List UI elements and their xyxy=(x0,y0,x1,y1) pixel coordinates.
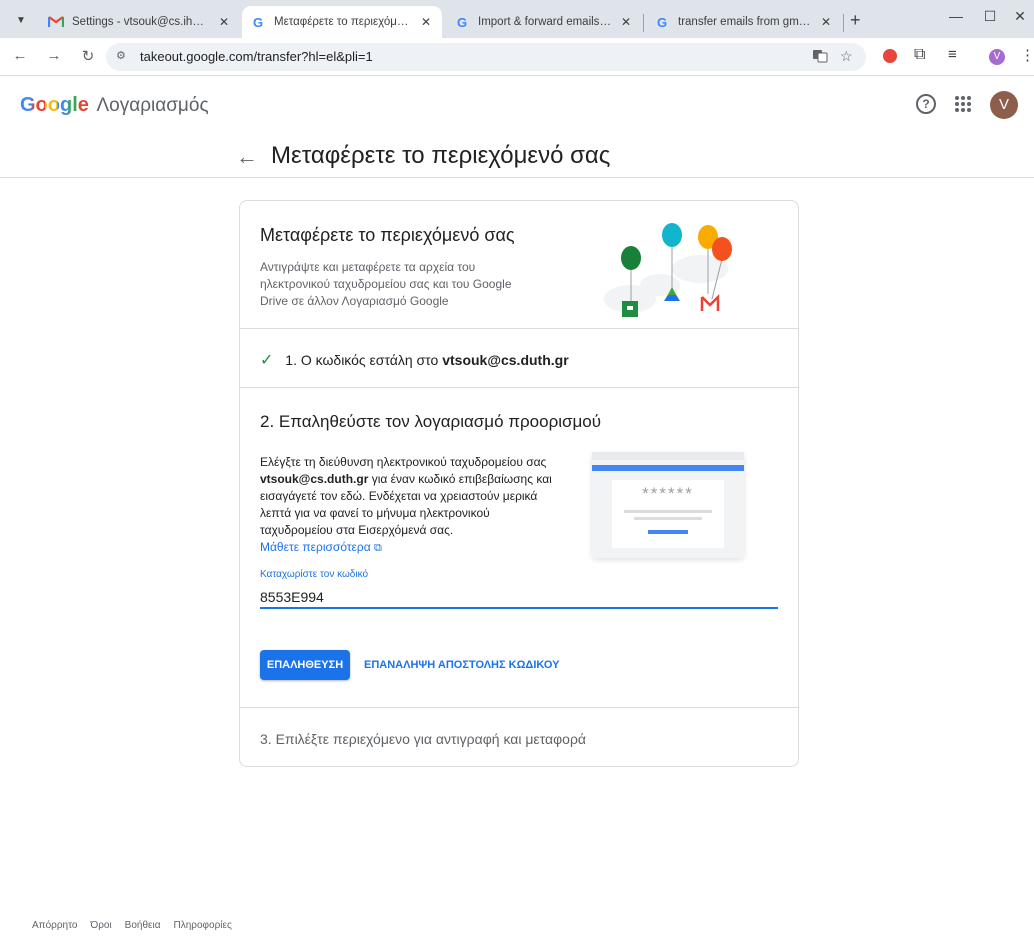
code-field-label: Καταχωρίστε τον κωδικό xyxy=(260,569,369,580)
site-settings-icon[interactable]: ⚙ xyxy=(116,49,126,62)
google-account-logo[interactable]: Google Λογαριασμός xyxy=(20,94,209,117)
intro-section: Μεταφέρετε το περιεχόμενό σας Αντιγράψτε… xyxy=(240,201,798,329)
tab-title: Import & forward emails - Gma xyxy=(478,16,612,28)
account-avatar[interactable]: V xyxy=(990,91,1018,119)
url-text: takeout.google.com/transfer?hl=el&pli=1 xyxy=(140,49,373,64)
footer-link-help[interactable]: Βοήθεια xyxy=(125,920,161,931)
masked-code-text: ****** xyxy=(642,484,694,503)
footer-link-terms[interactable]: Όροι xyxy=(90,920,111,931)
open-in-new-icon: ⧉ xyxy=(374,542,382,554)
step1-email: vtsouk@cs.duth.gr xyxy=(442,352,569,368)
minimize-icon[interactable]: — xyxy=(946,8,966,24)
browser-tab-bar: ▼ Settings - vtsouk@cs.ihu.gr - D ✕ G Με… xyxy=(0,0,1034,38)
reload-icon[interactable]: ↻ xyxy=(78,47,98,65)
account-header: Google Λογαριασμός ? V xyxy=(0,76,1034,134)
intro-description: Αντιγράψτε και μεταφέρετε τα αρχεία του … xyxy=(260,260,512,308)
step2-title: 2. Επαληθεύστε τον λογαριασμό προορισμού xyxy=(260,412,602,431)
bookmark-star-icon[interactable]: ☆ xyxy=(840,48,853,65)
step2-desc-prefix: Ελέγξτε τη διεύθυνση ηλεκτρονικού ταχυδρ… xyxy=(260,455,547,469)
google-icon: G xyxy=(252,14,264,30)
close-icon[interactable]: ✕ xyxy=(216,15,232,29)
tab-import-forward[interactable]: G Import & forward emails - Gma ✕ xyxy=(446,6,642,38)
tab-title: transfer emails from gmail to a xyxy=(678,16,812,28)
profile-avatar[interactable]: V xyxy=(989,49,1005,65)
step1-section: ✓ 1. Ο κωδικός εστάλη στο vtsouk@cs.duth… xyxy=(240,329,798,388)
forward-arrow-icon[interactable]: → xyxy=(44,47,64,64)
tab-separator xyxy=(643,14,644,32)
tab-title: Settings - vtsouk@cs.ihu.gr - D xyxy=(72,16,210,28)
maximize-icon[interactable]: ☐ xyxy=(980,8,1000,25)
translate-icon[interactable] xyxy=(812,48,828,67)
browser-toolbar: ← → ↻ ⚙ takeout.google.com/transfer?hl=e… xyxy=(0,38,1034,76)
verification-code-input[interactable] xyxy=(260,587,778,609)
step1-text: 1. Ο κωδικός εστάλη στο xyxy=(285,352,439,368)
resend-code-button[interactable]: ΕΠΑΝΑΛΗΨΗ ΑΠΟΣΤΟΛΗΣ ΚΩΔΙΚΟΥ xyxy=(358,650,565,680)
google-icon: G xyxy=(456,14,468,30)
close-icon[interactable]: ✕ xyxy=(418,15,434,29)
more-vert-icon[interactable]: ⋮ xyxy=(1020,46,1034,64)
footer-link-privacy[interactable]: Απόρρητο xyxy=(32,920,77,931)
balloons-illustration-icon xyxy=(604,223,732,317)
google-wordmark: Google xyxy=(20,94,89,116)
tab-search-transfer[interactable]: G transfer emails from gmail to a ✕ xyxy=(646,6,842,38)
step2-description: Ελέγξτε τη διεύθυνση ηλεκτρονικού ταχυδρ… xyxy=(260,454,560,557)
code-illustration: ****** xyxy=(592,452,744,558)
close-icon[interactable]: ✕ xyxy=(818,15,834,29)
learn-more-label: Μάθετε περισσότερα xyxy=(260,540,371,554)
google-icon: G xyxy=(656,14,668,30)
intro-title: Μεταφέρετε το περιεχόμενό σας xyxy=(260,225,515,245)
close-icon[interactable]: ✕ xyxy=(618,15,634,29)
step2-section: 2. Επαληθεύστε τον λογαριασμό προορισμού… xyxy=(240,388,798,708)
step3-text: 3. Επιλέξτε περιεχόμενο για αντιγραφή κα… xyxy=(260,731,587,747)
learn-more-link[interactable]: Μάθετε περισσότερα ⧉ xyxy=(260,540,382,554)
verify-button[interactable]: ΕΠΑΛΗΘΕΥΣΗ xyxy=(260,650,350,680)
gmail-icon xyxy=(48,14,64,30)
back-arrow-icon[interactable]: ← xyxy=(10,47,30,64)
tab-transfer-content[interactable]: G Μεταφέρετε το περιεχόμενό σ ✕ xyxy=(242,6,442,38)
new-tab-plus-icon[interactable]: + xyxy=(850,10,861,31)
reading-list-icon[interactable]: ≡ xyxy=(948,46,957,63)
step3-section: 3. Επιλέξτε περιεχόμενο για αντιγραφή κα… xyxy=(240,708,798,766)
extension-red-icon[interactable] xyxy=(882,48,898,69)
step2-desc-email: vtsouk@cs.duth.gr xyxy=(260,472,369,486)
page-title-bar: ← Μεταφέρετε το περιεχόμενό σας xyxy=(0,134,1034,178)
back-arrow-icon[interactable]: ← xyxy=(236,144,258,170)
transfer-card: Μεταφέρετε το περιεχόμενό σας Αντιγράψτε… xyxy=(239,200,799,767)
help-icon[interactable]: ? xyxy=(916,94,936,114)
footer-links: Απόρρητο Όροι Βοήθεια Πληροφορίες xyxy=(32,920,232,931)
window-close-icon[interactable]: ✕ xyxy=(1010,8,1030,25)
page-title: Μεταφέρετε το περιεχόμενό σας xyxy=(271,142,611,169)
footer-link-about[interactable]: Πληροφορίες xyxy=(174,920,232,931)
apps-grid-icon[interactable] xyxy=(955,96,971,112)
tab-gmail-settings[interactable]: Settings - vtsouk@cs.ihu.gr - D ✕ xyxy=(40,6,240,38)
extensions-puzzle-icon[interactable]: ⧉ xyxy=(914,46,925,64)
product-name: Λογαριασμός xyxy=(96,95,209,116)
address-bar[interactable]: ⚙ takeout.google.com/transfer?hl=el&pli=… xyxy=(106,43,866,71)
checkmark-icon: ✓ xyxy=(260,352,274,369)
tab-search-chevron-icon[interactable]: ▼ xyxy=(10,9,32,31)
tab-title: Μεταφέρετε το περιεχόμενό σ xyxy=(274,16,412,28)
step1-status: ✓ 1. Ο κωδικός εστάλη στο vtsouk@cs.duth… xyxy=(260,350,569,370)
tab-separator xyxy=(843,14,844,32)
